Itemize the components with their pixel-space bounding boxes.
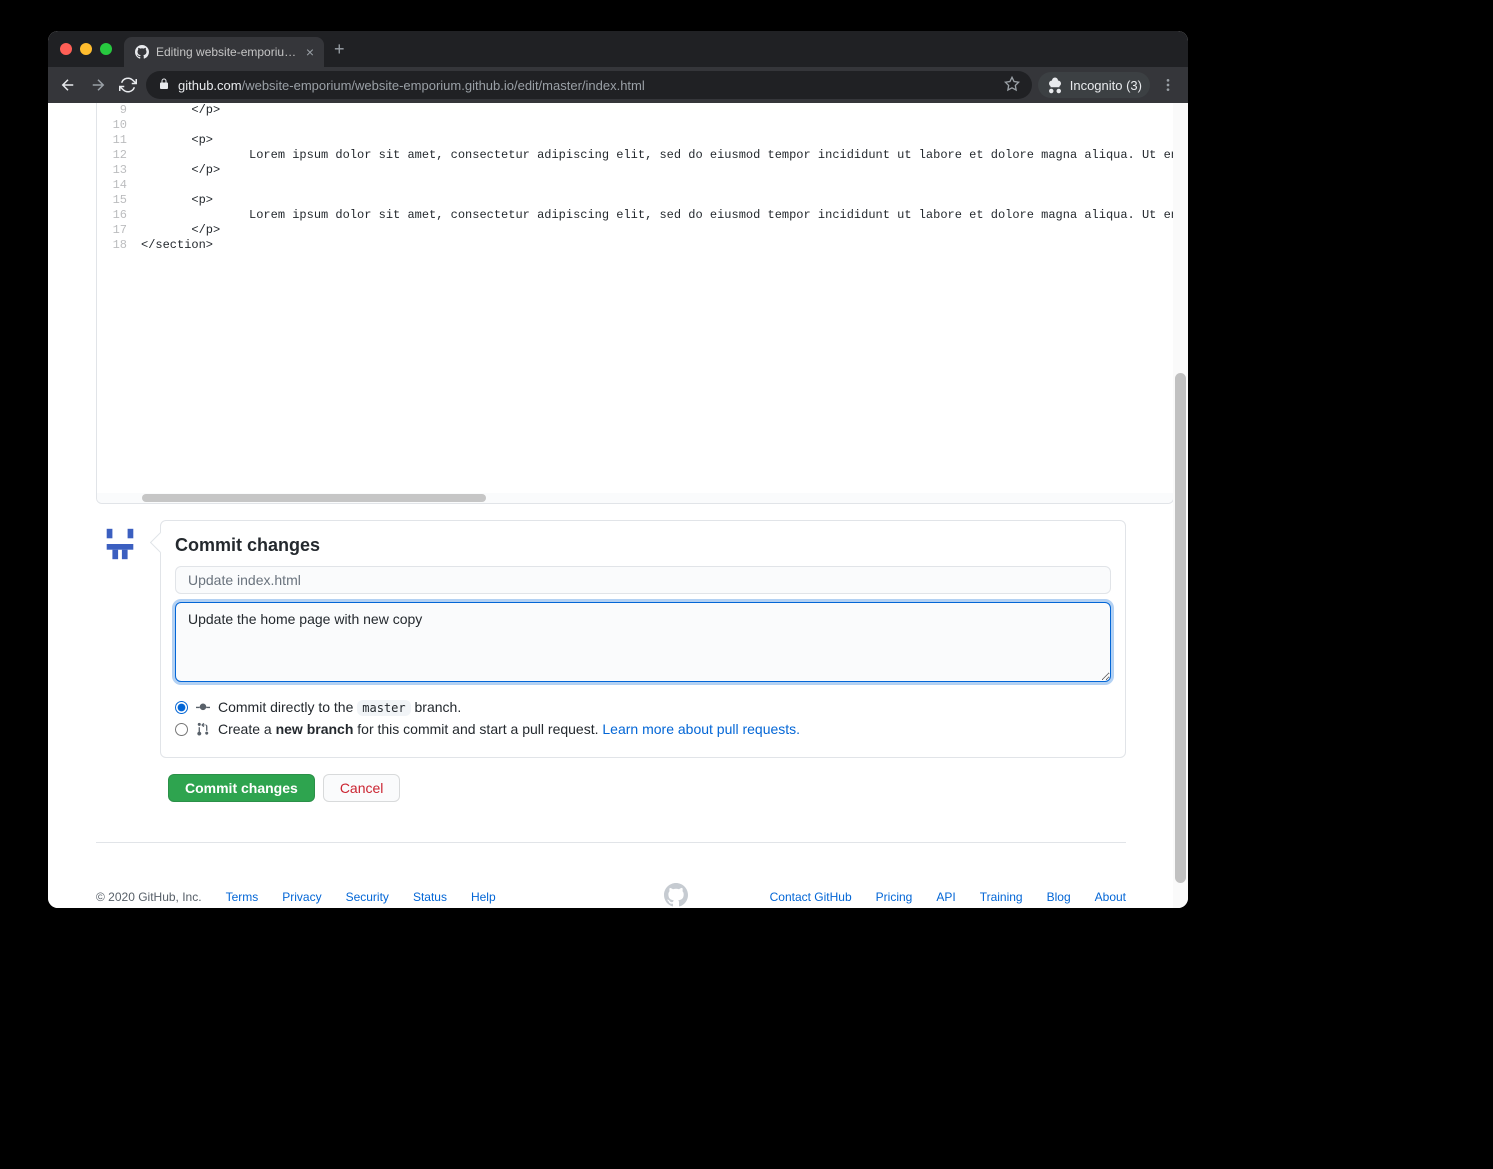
footer-link[interactable]: API — [936, 890, 955, 904]
horizontal-scrollbar[interactable] — [97, 493, 1173, 503]
commit-description-input[interactable] — [175, 602, 1111, 682]
code-line[interactable]: 12 Lorem ipsum dolor sit amet, consectet… — [97, 148, 1173, 163]
vertical-scrollbar[interactable] — [1173, 103, 1188, 908]
reload-button[interactable] — [116, 73, 140, 97]
maximize-window-button[interactable] — [100, 43, 112, 55]
line-content — [137, 118, 141, 133]
address-bar[interactable]: github.com/website-emporium/website-empo… — [146, 71, 1032, 99]
code-line[interactable]: 17 </p> — [97, 223, 1173, 238]
back-button[interactable] — [56, 73, 80, 97]
code-line[interactable]: 16 Lorem ipsum dolor sit amet, consectet… — [97, 208, 1173, 223]
footer-link[interactable]: Training — [980, 890, 1023, 904]
line-number: 18 — [97, 238, 137, 253]
line-content: Lorem ipsum dolor sit amet, consectetur … — [137, 208, 1173, 223]
line-content: <p> — [137, 133, 213, 148]
tab-title: Editing website-emporium.gith — [156, 45, 300, 59]
footer-link[interactable]: Help — [471, 890, 496, 904]
commit-direct-radio[interactable] — [175, 701, 188, 714]
line-content: <p> — [137, 193, 213, 208]
footer-link[interactable]: About — [1095, 890, 1126, 904]
code-line[interactable]: 10 — [97, 118, 1173, 133]
code-line[interactable]: 18</section> — [97, 238, 1173, 253]
commit-new-branch-radio-row[interactable]: Create a new branch for this commit and … — [175, 721, 1111, 737]
footer-link[interactable]: Blog — [1047, 890, 1071, 904]
code-line[interactable]: 13 </p> — [97, 163, 1173, 178]
incognito-label: Incognito (3) — [1070, 78, 1142, 93]
line-content — [137, 178, 141, 193]
commit-form: Commit changes Commit directly to the ma… — [160, 520, 1126, 758]
git-commit-icon — [196, 700, 210, 714]
line-number: 17 — [97, 223, 137, 238]
line-content: Lorem ipsum dolor sit amet, consectetur … — [137, 148, 1173, 163]
footer-link[interactable]: Terms — [226, 890, 259, 904]
line-content: </p> — [137, 163, 220, 178]
git-pull-request-icon — [196, 722, 210, 736]
code-editor[interactable]: 9 </p>1011 <p>12 Lorem ipsum dolor sit a… — [96, 103, 1174, 504]
line-number: 16 — [97, 208, 137, 223]
browser-tab[interactable]: Editing website-emporium.gith × — [124, 37, 324, 67]
page-content: 9 </p>1011 <p>12 Lorem ipsum dolor sit a… — [48, 103, 1188, 908]
page-footer: © 2020 GitHub, Inc. Terms Privacy Security… — [96, 842, 1126, 908]
cancel-button[interactable]: Cancel — [323, 774, 401, 802]
line-number: 9 — [97, 103, 137, 118]
incognito-badge[interactable]: Incognito (3) — [1038, 72, 1150, 98]
line-content: </p> — [137, 223, 220, 238]
commit-new-branch-radio[interactable] — [175, 723, 188, 736]
github-favicon-icon — [134, 44, 150, 60]
close-tab-icon[interactable]: × — [306, 45, 314, 59]
url-text: github.com/website-emporium/website-empo… — [178, 78, 996, 93]
new-tab-button[interactable]: + — [334, 40, 345, 58]
pull-request-learn-link[interactable]: Learn more about pull requests. — [602, 721, 800, 737]
footer-link[interactable]: Pricing — [876, 890, 913, 904]
line-number: 11 — [97, 133, 137, 148]
footer-link[interactable]: Status — [413, 890, 447, 904]
browser-toolbar: github.com/website-emporium/website-empo… — [48, 67, 1188, 103]
browser-menu-icon[interactable] — [1156, 73, 1180, 97]
line-number: 12 — [97, 148, 137, 163]
line-content: </p> — [137, 103, 220, 118]
scrollbar-thumb[interactable] — [142, 494, 486, 502]
footer-link[interactable]: Contact GitHub — [770, 890, 852, 904]
commit-heading: Commit changes — [175, 535, 1111, 556]
line-number: 15 — [97, 193, 137, 208]
line-number: 14 — [97, 178, 137, 193]
line-number: 13 — [97, 163, 137, 178]
vertical-scrollbar-thumb[interactable] — [1175, 373, 1186, 883]
footer-link[interactable]: Privacy — [282, 890, 321, 904]
branch-tag: master — [357, 700, 410, 716]
lock-icon — [158, 78, 170, 93]
code-line[interactable]: 15 <p> — [97, 193, 1173, 208]
github-mark-icon[interactable] — [664, 883, 688, 908]
line-number: 10 — [97, 118, 137, 133]
commit-direct-radio-row[interactable]: Commit directly to the master branch. — [175, 699, 1111, 715]
window-controls — [60, 43, 112, 55]
browser-window: Editing website-emporium.gith × + github… — [48, 31, 1188, 908]
avatar — [96, 520, 144, 568]
tab-bar: Editing website-emporium.gith × + — [48, 31, 1188, 67]
forward-button[interactable] — [86, 73, 110, 97]
commit-summary-input[interactable] — [175, 566, 1111, 594]
line-content: </section> — [137, 238, 213, 253]
star-icon[interactable] — [1004, 76, 1020, 95]
copyright: © 2020 GitHub, Inc. — [96, 890, 202, 904]
code-line[interactable]: 9 </p> — [97, 103, 1173, 118]
minimize-window-button[interactable] — [80, 43, 92, 55]
close-window-button[interactable] — [60, 43, 72, 55]
code-line[interactable]: 14 — [97, 178, 1173, 193]
commit-changes-button[interactable]: Commit changes — [168, 774, 315, 802]
code-line[interactable]: 11 <p> — [97, 133, 1173, 148]
footer-link[interactable]: Security — [346, 890, 389, 904]
